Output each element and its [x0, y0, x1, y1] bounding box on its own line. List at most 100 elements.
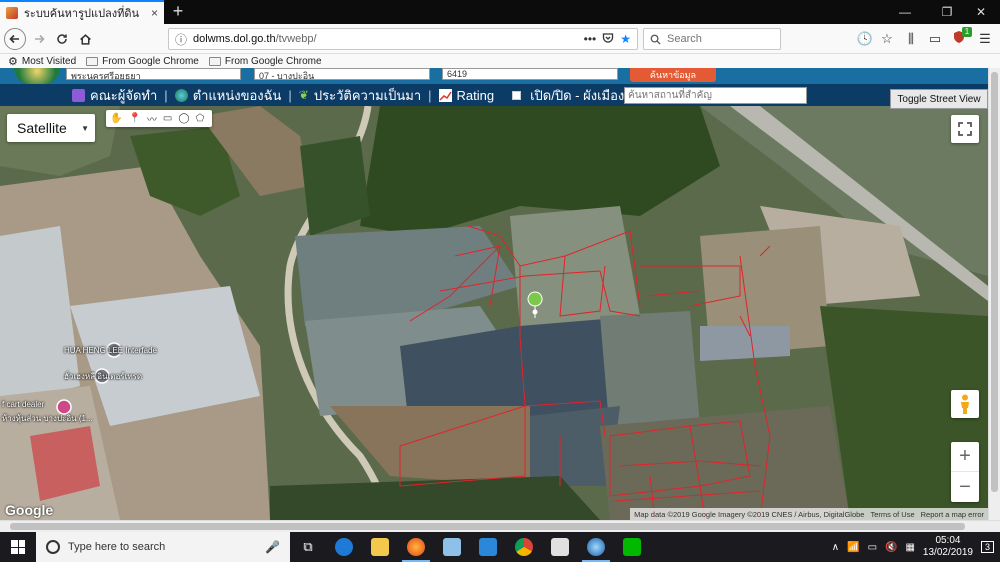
- forward-button[interactable]: [28, 28, 50, 50]
- reload-icon: [57, 34, 67, 44]
- bookmark-star-icon[interactable]: ★: [620, 32, 631, 46]
- info-icon[interactable]: ⓘ: [175, 31, 187, 48]
- sidebar-icon[interactable]: ▭: [926, 30, 944, 48]
- vertical-scrollbar[interactable]: [988, 68, 1000, 520]
- address-bar[interactable]: ⓘ dolwms.dol.go.th/tvwebp/ ••• ★: [168, 28, 638, 50]
- taskbar-search[interactable]: Type here to search 🎤: [36, 532, 290, 562]
- checkbox-icon[interactable]: [512, 90, 522, 100]
- taskbar-app-edge[interactable]: [326, 532, 362, 562]
- map-type-label: Satellite: [17, 120, 67, 136]
- history-icon[interactable]: 🕓: [856, 30, 874, 48]
- terms-link[interactable]: Terms of Use: [870, 510, 914, 519]
- pocket-icon[interactable]: [602, 32, 614, 47]
- search-input[interactable]: [667, 33, 767, 45]
- map-type-dropdown[interactable]: Satellite ▼: [7, 114, 95, 142]
- ime-icon[interactable]: ▦: [905, 542, 914, 553]
- notification-icon[interactable]: 3: [980, 541, 994, 553]
- bookmark-most-visited[interactable]: ⚙ Most Visited: [8, 55, 76, 68]
- folder-icon: [86, 56, 99, 66]
- chevron-down-icon: ▼: [81, 123, 89, 133]
- sprout-icon: ❦: [298, 88, 309, 102]
- search-data-button[interactable]: ค้นหาข้อมูล: [630, 68, 716, 82]
- taskbar-app-globe[interactable]: [578, 532, 614, 562]
- chart-icon: [438, 88, 452, 102]
- taskbar-search-placeholder: Type here to search: [68, 541, 166, 553]
- polyline-icon[interactable]: 〰: [147, 111, 157, 126]
- toolbar-my-location[interactable]: ตำแหน่งของฉัน: [169, 85, 288, 106]
- battery-icon[interactable]: ▭: [868, 542, 877, 553]
- circle-icon[interactable]: ◯: [178, 113, 189, 124]
- reload-button[interactable]: [51, 28, 73, 50]
- shield-icon[interactable]: 1: [950, 27, 972, 48]
- url-host: dolwms.dol.go.th: [193, 33, 276, 45]
- search-box[interactable]: [643, 28, 781, 50]
- poi-label[interactable]: ฮั่วเฮงหลี อินเตอร์เทรด: [64, 372, 142, 381]
- library-icon[interactable]: ⫼: [902, 30, 920, 48]
- fullscreen-icon: [958, 122, 972, 136]
- street-view-pegman[interactable]: [951, 390, 979, 418]
- toolbar-toggle-cityplan[interactable]: เปิด/ปิด - ผังเมือง: [506, 85, 630, 106]
- zoom-out-button[interactable]: −: [951, 472, 979, 502]
- toolbar-rating[interactable]: Rating: [433, 88, 501, 103]
- clock[interactable]: 05:04 13/02/2019: [923, 535, 973, 559]
- scroll-thumb[interactable]: [991, 72, 998, 492]
- network-icon[interactable]: 📶: [847, 542, 859, 553]
- zoom-in-button[interactable]: +: [951, 442, 979, 472]
- page-actions-icon[interactable]: •••: [584, 32, 597, 46]
- people-icon: [72, 88, 85, 102]
- province-field[interactable]: พระนครศรีอยุธยา: [66, 68, 241, 80]
- bookmark-manage-icon[interactable]: ☆: [878, 30, 896, 48]
- rectangle-icon[interactable]: ▭: [163, 113, 172, 124]
- department-logo: [14, 68, 60, 84]
- back-button[interactable]: [4, 28, 26, 50]
- fullscreen-button[interactable]: [951, 115, 979, 143]
- speaker-muted-icon[interactable]: 🔇: [885, 542, 897, 553]
- poi-label[interactable]: f cart dealer: [2, 400, 44, 409]
- menu-icon[interactable]: ☰: [976, 30, 994, 48]
- toolbar-history[interactable]: ❦ ประวัติความเป็นมา: [293, 85, 427, 106]
- task-view-button[interactable]: ⧉: [290, 532, 326, 562]
- site-favicon-icon: [6, 7, 18, 19]
- bookmarks-bar: ⚙ Most Visited From Google Chrome From G…: [0, 54, 1000, 68]
- satellite-map[interactable]: HUA HENG LEE Interfade ฮั่วเฮงหลี อินเตอ…: [0, 106, 988, 520]
- marker-icon[interactable]: 📍: [128, 113, 140, 124]
- place-search-input[interactable]: [624, 87, 807, 104]
- line-icon: [623, 538, 641, 556]
- taskbar-app-firefox[interactable]: [398, 532, 434, 562]
- map-attribution: Map data ©2019 Google Imagery ©2019 CNES…: [630, 508, 988, 520]
- poi-label[interactable]: HUA HENG LEE Interfade: [64, 346, 157, 355]
- microphone-icon[interactable]: 🎤: [265, 540, 280, 554]
- bookmark-folder[interactable]: From Google Chrome: [86, 56, 199, 67]
- map-imagery: [0, 106, 988, 520]
- taskbar-app-explorer[interactable]: [362, 532, 398, 562]
- chevron-up-icon[interactable]: ∧: [832, 542, 839, 553]
- taskbar-app-store[interactable]: [470, 532, 506, 562]
- start-button[interactable]: [0, 532, 36, 562]
- parcel-number-field[interactable]: 6419: [442, 68, 618, 80]
- gear-icon: ⚙: [8, 55, 18, 68]
- toolbar-team[interactable]: คณะผู้จัดทำ: [66, 85, 163, 106]
- new-tab-button[interactable]: +: [168, 1, 188, 23]
- toggle-street-view-button[interactable]: Toggle Street View: [890, 89, 988, 109]
- taskbar-app-paint[interactable]: [434, 532, 470, 562]
- browser-tab[interactable]: ระบบค้นหารูปแปลงที่ดิน ×: [0, 0, 164, 24]
- windows-taskbar: Type here to search 🎤 ⧉ ∧ 📶 ▭ 🔇 ▦ 05:04 …: [0, 532, 1000, 562]
- polygon-icon[interactable]: ⬠: [196, 113, 205, 124]
- close-window-button[interactable]: ✕: [962, 0, 1000, 24]
- taskbar-app-chrome[interactable]: [506, 532, 542, 562]
- horizontal-scrollbar[interactable]: [0, 520, 1000, 532]
- home-button[interactable]: [74, 28, 96, 50]
- scroll-thumb[interactable]: [10, 523, 965, 530]
- taskbar-app-line[interactable]: [614, 532, 650, 562]
- taskbar-app-notes[interactable]: [542, 532, 578, 562]
- bookmark-folder[interactable]: From Google Chrome: [208, 56, 322, 67]
- hand-icon[interactable]: ✋: [110, 113, 122, 124]
- chrome-icon: [515, 538, 533, 556]
- notes-icon: [551, 538, 569, 556]
- amphoe-field[interactable]: 07 - บางปะอิน: [254, 68, 430, 80]
- maximize-button[interactable]: ❐: [928, 0, 966, 24]
- minimize-button[interactable]: —: [886, 0, 924, 24]
- tab-close-icon[interactable]: ×: [151, 6, 158, 20]
- report-error-link[interactable]: Report a map error: [921, 510, 984, 519]
- poi-label[interactable]: ห้างหุ้นส่วน บางปะอิน (1...: [2, 414, 93, 423]
